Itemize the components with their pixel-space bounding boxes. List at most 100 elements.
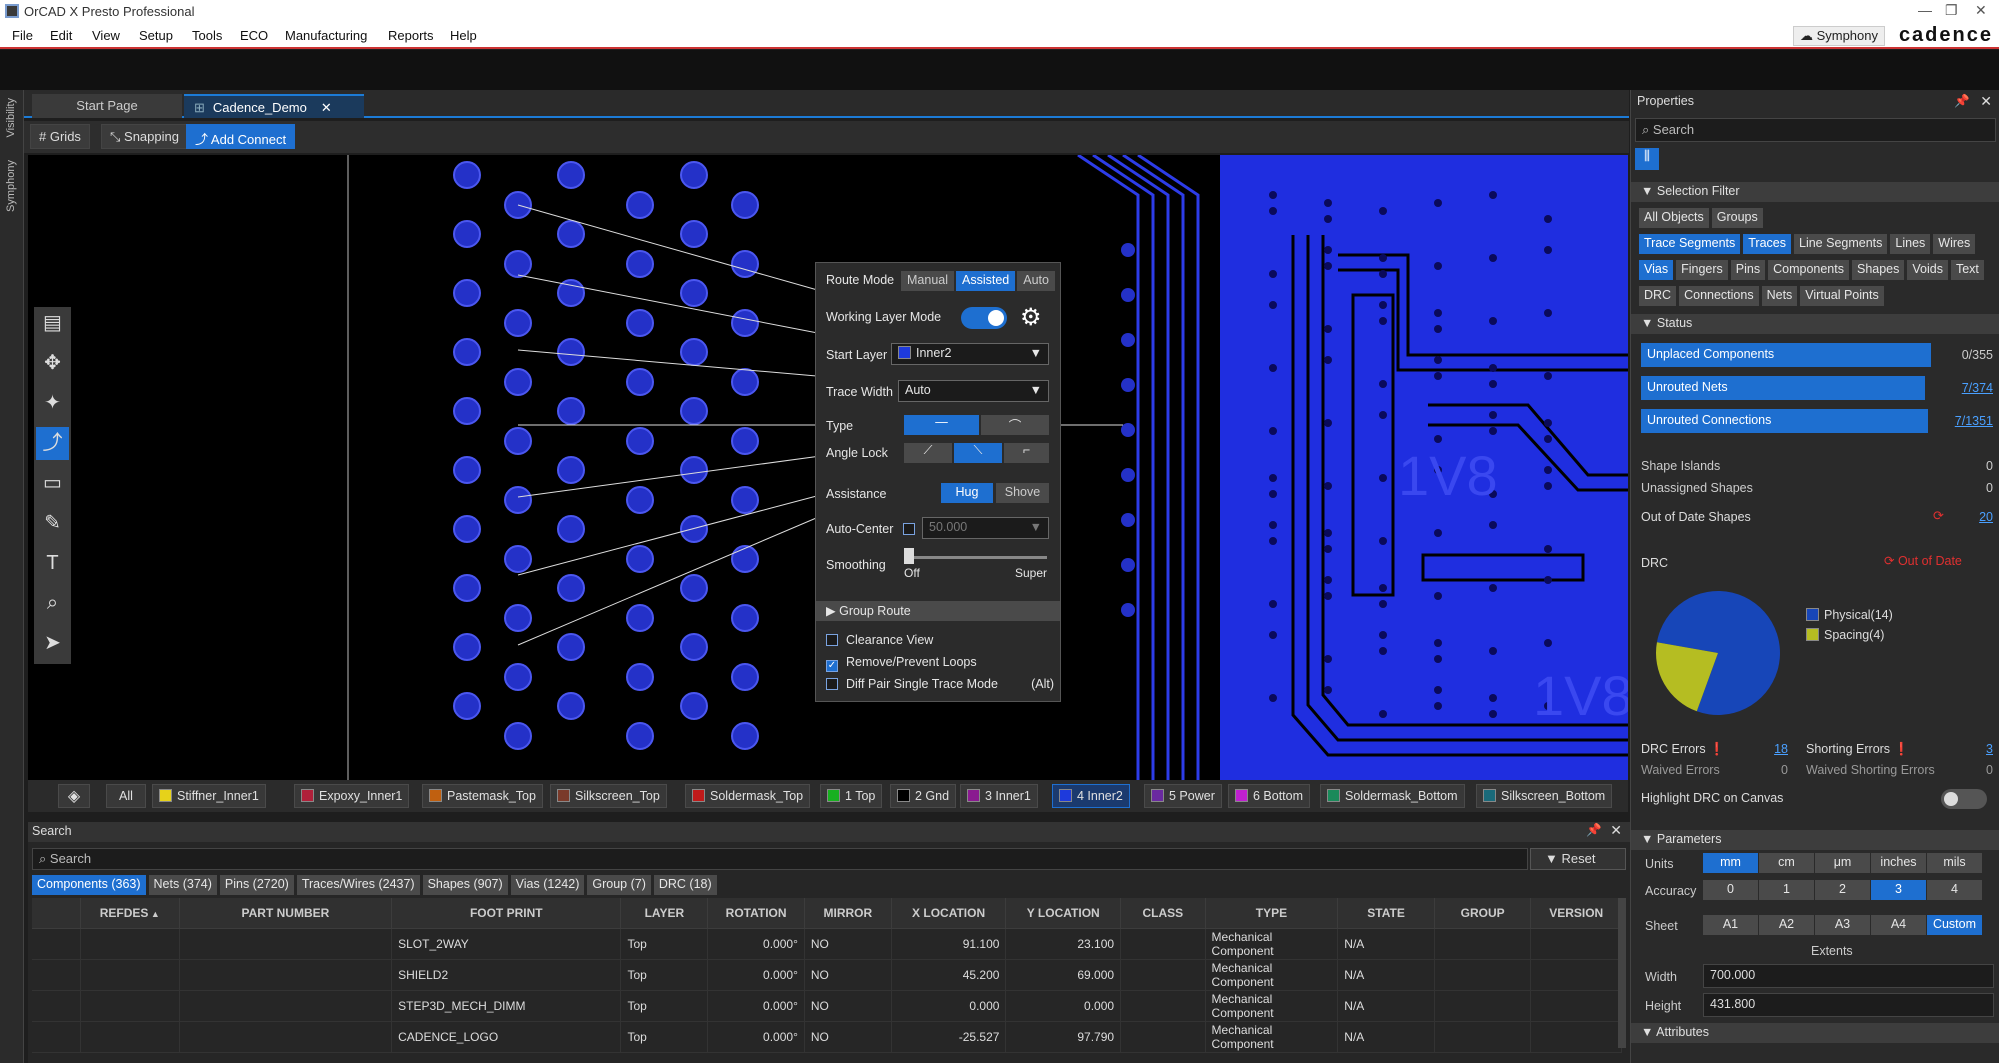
- start-layer-select[interactable]: Inner2 ▼: [891, 343, 1049, 365]
- filter-chip[interactable]: DRC: [1639, 286, 1677, 306]
- filter-chip[interactable]: Components: [1768, 260, 1849, 280]
- pad[interactable]: [453, 279, 481, 307]
- angle-lock-135-button[interactable]: ⟍: [954, 443, 1002, 463]
- snapping-button[interactable]: ⤡ Snapping: [101, 124, 188, 149]
- filter-tab[interactable]: DRC (18): [653, 875, 717, 895]
- layer-item[interactable]: 4 Inner2: [1052, 784, 1130, 808]
- column-header[interactable]: VERSION: [1530, 898, 1622, 929]
- pin-icon[interactable]: 📌: [1586, 823, 1602, 838]
- filter-tab[interactable]: Vias (1242): [510, 875, 585, 895]
- filter-chip[interactable]: Voids: [1907, 260, 1948, 280]
- layer-item[interactable]: 2 Gnd: [890, 784, 957, 808]
- pad[interactable]: [680, 515, 708, 543]
- pad[interactable]: [680, 220, 708, 248]
- auto-center-checkbox[interactable]: [903, 523, 915, 535]
- grids-button[interactable]: # Grids: [30, 124, 90, 149]
- properties-search-input[interactable]: ⌕ Search: [1635, 118, 1996, 142]
- pad[interactable]: [680, 279, 708, 307]
- pad[interactable]: [453, 692, 481, 720]
- height-input[interactable]: 431.800: [1703, 993, 1994, 1017]
- side-tab-symphony[interactable]: Symphony: [5, 160, 17, 212]
- remove-loops-row[interactable]: ✓ Remove/Prevent Loops: [826, 655, 977, 672]
- route-mode-auto[interactable]: Auto: [1017, 271, 1055, 291]
- zoom-icon[interactable]: ⌕: [36, 587, 69, 620]
- pad[interactable]: [680, 338, 708, 366]
- filter-chip[interactable]: All Objects: [1639, 208, 1709, 228]
- toggle-option[interactable]: A3: [1815, 915, 1870, 935]
- pad[interactable]: [680, 692, 708, 720]
- tab-start-page[interactable]: Start Page: [32, 94, 182, 118]
- pad[interactable]: [731, 309, 759, 337]
- move-icon[interactable]: ✥: [36, 347, 69, 380]
- toggle-option[interactable]: 0: [1703, 880, 1758, 900]
- via[interactable]: [1121, 513, 1135, 527]
- toggle-option[interactable]: Custom: [1927, 915, 1982, 935]
- status-header[interactable]: ▼ Status: [1631, 314, 1999, 334]
- menu-tools[interactable]: Tools: [192, 28, 222, 43]
- column-header[interactable]: TYPE: [1205, 898, 1339, 929]
- pad[interactable]: [626, 309, 654, 337]
- via[interactable]: [1121, 378, 1135, 392]
- angle-lock-45-button[interactable]: ⟋: [904, 443, 952, 463]
- pad[interactable]: [731, 722, 759, 750]
- row-selector[interactable]: [32, 959, 81, 991]
- pad[interactable]: [557, 161, 585, 189]
- column-header[interactable]: GROUP: [1434, 898, 1532, 929]
- pad[interactable]: [626, 368, 654, 396]
- pad[interactable]: [453, 456, 481, 484]
- layers-icon[interactable]: ◈: [58, 784, 90, 808]
- layer-item[interactable]: Pastemask_Top: [422, 784, 543, 808]
- comment-icon[interactable]: ▤: [36, 307, 69, 340]
- toggle-option[interactable]: 4: [1927, 880, 1982, 900]
- pad[interactable]: [626, 250, 654, 278]
- toggle-option[interactable]: 1: [1759, 880, 1814, 900]
- pin-icon[interactable]: 📌: [1954, 94, 1970, 109]
- pad[interactable]: [626, 427, 654, 455]
- tab-cadence-demo[interactable]: ⊞ Cadence_Demo ✕: [184, 94, 364, 118]
- trace-width-select[interactable]: Auto ▼: [898, 380, 1049, 402]
- menu-setup[interactable]: Setup: [139, 28, 173, 43]
- toggle-option[interactable]: A4: [1871, 915, 1926, 935]
- menu-eco[interactable]: ECO: [240, 28, 268, 43]
- group-route-header[interactable]: ▶ Group Route: [816, 601, 1060, 621]
- pad[interactable]: [504, 486, 532, 514]
- select-arrow-icon[interactable]: ➤: [36, 627, 69, 660]
- out-of-date-shapes-link[interactable]: 20: [1961, 510, 1993, 524]
- unrouted-nets-link[interactable]: 7/374: [1941, 381, 1993, 395]
- pad[interactable]: [626, 722, 654, 750]
- reset-button[interactable]: ▼ Reset: [1530, 848, 1626, 870]
- rectangle-icon[interactable]: ▭: [36, 467, 69, 500]
- pad[interactable]: [731, 604, 759, 632]
- pad[interactable]: [731, 368, 759, 396]
- toggle-option[interactable]: μm: [1815, 853, 1870, 873]
- pad[interactable]: [680, 161, 708, 189]
- toggle-option[interactable]: A2: [1759, 915, 1814, 935]
- filter-tab[interactable]: Shapes (907): [422, 875, 508, 895]
- pad[interactable]: [453, 633, 481, 661]
- pad[interactable]: [504, 545, 532, 573]
- pad[interactable]: [504, 427, 532, 455]
- selection-filter-header[interactable]: ▼ Selection Filter: [1631, 182, 1999, 202]
- route-tool-icon[interactable]: ⤴: [36, 427, 69, 460]
- pad[interactable]: [504, 250, 532, 278]
- pad[interactable]: [453, 397, 481, 425]
- filter-chip[interactable]: Trace Segments: [1639, 234, 1741, 254]
- column-header[interactable]: ROTATION: [707, 898, 805, 929]
- clearance-view-checkbox[interactable]: [826, 634, 838, 646]
- menu-manufacturing[interactable]: Manufacturing: [285, 28, 367, 43]
- refresh-icon[interactable]: ⟳: [1933, 508, 1944, 524]
- restore-icon[interactable]: ❐: [1945, 2, 1958, 19]
- type-straight-button[interactable]: —: [904, 415, 979, 435]
- via[interactable]: [1121, 558, 1135, 572]
- diff-pair-checkbox[interactable]: [826, 678, 838, 690]
- filter-tab[interactable]: Components (363): [32, 875, 146, 895]
- filter-chip[interactable]: Vias: [1639, 260, 1674, 280]
- toggle-option[interactable]: cm: [1759, 853, 1814, 873]
- pad[interactable]: [557, 456, 585, 484]
- pad[interactable]: [453, 574, 481, 602]
- row-selector[interactable]: [32, 1021, 81, 1053]
- filter-chip[interactable]: Text: [1950, 260, 1984, 280]
- attributes-header[interactable]: ▼ Attributes: [1631, 1023, 1999, 1043]
- column-header[interactable]: CLASS: [1120, 898, 1206, 929]
- clearance-view-row[interactable]: Clearance View: [826, 633, 933, 647]
